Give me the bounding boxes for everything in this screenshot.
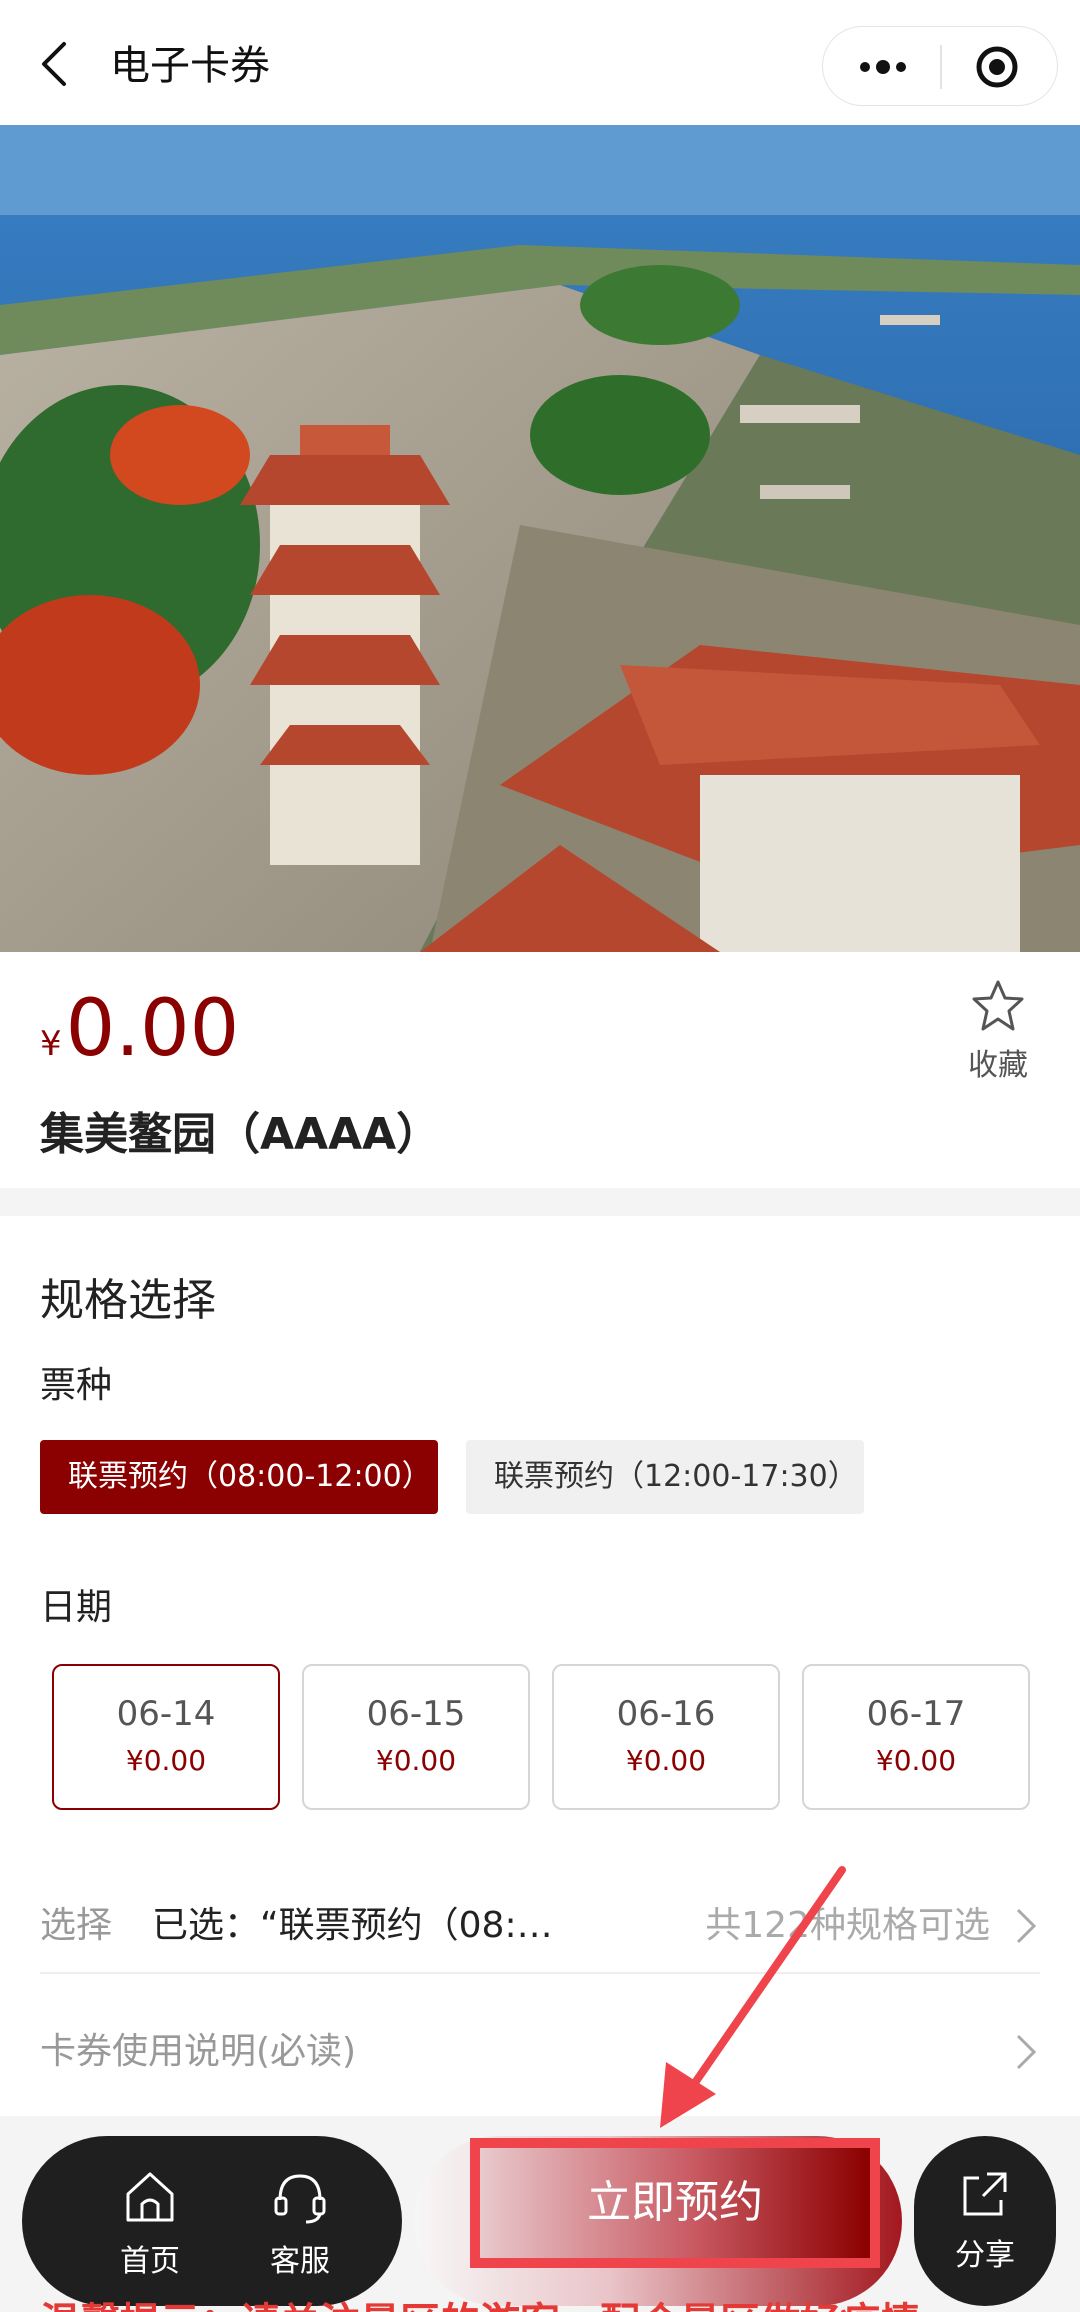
product-price: ¥ 0.00 xyxy=(40,990,239,1068)
home-icon xyxy=(126,2172,174,2222)
date-price: ¥0.00 xyxy=(875,1744,957,1777)
screen: 电子卡券 ¥ 0.00 集美鳌园（AAAA） 收藏 规格选择 票种 联票预约（0… xyxy=(0,0,1080,2312)
date-option[interactable]: 06-14 ¥0.00 xyxy=(52,1664,280,1810)
date-price: ¥0.00 xyxy=(375,1744,457,1777)
more-icon[interactable] xyxy=(855,49,911,85)
selected-spec-row[interactable]: 选择 已选：“联票预约（08:… 共122种规格可选 xyxy=(40,1874,1040,1974)
back-icon[interactable] xyxy=(28,34,88,94)
usage-instructions-row[interactable]: 卡券使用说明(必读) xyxy=(40,2000,1040,2100)
share-label: 分享 xyxy=(955,2238,1015,2273)
product-summary-card: ¥ 0.00 集美鳌园（AAAA） 收藏 xyxy=(0,952,1080,1188)
ticket-option-afternoon[interactable]: 联票预约（12:00-17:30） xyxy=(466,1440,864,1514)
bottom-action-bar: 首页 客服 立即预约 分享 xyxy=(0,2116,1080,2312)
page-title: 电子卡券 xyxy=(110,43,270,89)
date-label: 日期 xyxy=(40,1587,113,1628)
select-key: 选择 xyxy=(40,1905,113,1946)
usage-instructions-label: 卡券使用说明(必读) xyxy=(40,2031,357,2072)
chevron-right-icon xyxy=(1016,2034,1037,2070)
product-name: 集美鳌园（AAAA） xyxy=(40,1109,441,1160)
date-option[interactable]: 06-17 ¥0.00 xyxy=(802,1664,1030,1810)
close-mini-program-icon[interactable] xyxy=(975,45,1019,89)
price-amount: 0.00 xyxy=(65,984,240,1074)
spec-count: 共122种规格可选 xyxy=(705,1905,990,1946)
book-now-button[interactable]: 立即预约 xyxy=(470,2138,880,2268)
spec-selection-card: 规格选择 票种 联票预约（08:00-12:00） 联票预约（12:00-17:… xyxy=(0,1216,1080,2116)
chevron-right-icon xyxy=(1016,1908,1037,1944)
favorite-label: 收藏 xyxy=(968,1048,1028,1083)
headset-icon xyxy=(274,2174,326,2224)
bottom-nav: 首页 客服 xyxy=(22,2136,402,2306)
selected-spec-value: 已选：“联票预约（08:… xyxy=(152,1905,553,1946)
currency-symbol: ¥ xyxy=(40,1024,62,1064)
home-button[interactable]: 首页 xyxy=(90,2166,210,2280)
share-button[interactable]: 分享 xyxy=(914,2136,1056,2306)
date-value: 06-16 xyxy=(616,1694,716,1734)
top-bar: 电子卡券 xyxy=(0,0,1080,125)
star-icon xyxy=(972,980,1024,1031)
date-value: 06-15 xyxy=(366,1694,466,1734)
ticket-type-label: 票种 xyxy=(40,1365,113,1406)
date-price: ¥0.00 xyxy=(125,1744,207,1777)
customer-service-label: 客服 xyxy=(270,2244,330,2279)
date-option[interactable]: 06-16 ¥0.00 xyxy=(552,1664,780,1810)
share-icon xyxy=(963,2172,1007,2216)
ticket-option-morning[interactable]: 联票预约（08:00-12:00） xyxy=(40,1440,438,1514)
date-value: 06-17 xyxy=(866,1694,966,1734)
warm-tip-text: 温馨提示：请关注景区的游客，配合景区做好疫情 xyxy=(40,2290,920,2312)
scenic-banner-image[interactable] xyxy=(0,125,1080,952)
favorite-button[interactable]: 收藏 xyxy=(948,978,1048,1084)
mini-program-capsule xyxy=(822,26,1058,106)
date-price: ¥0.00 xyxy=(625,1744,707,1777)
date-option[interactable]: 06-15 ¥0.00 xyxy=(302,1664,530,1810)
date-value: 06-14 xyxy=(116,1694,216,1734)
customer-service-button[interactable]: 客服 xyxy=(240,2166,360,2280)
spec-title: 规格选择 xyxy=(40,1275,216,1326)
home-label: 首页 xyxy=(120,2244,180,2279)
capsule-divider xyxy=(940,45,942,89)
